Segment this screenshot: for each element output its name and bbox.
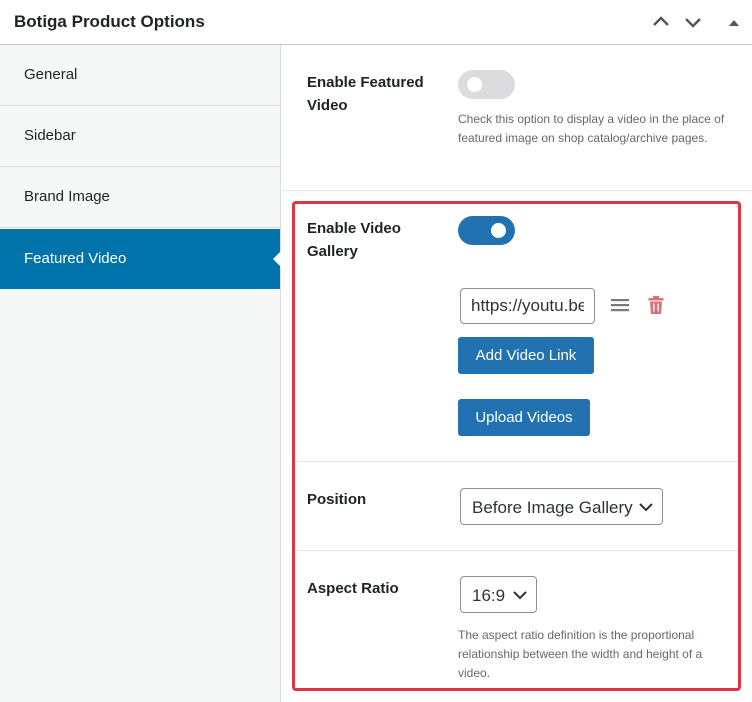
aspect-ratio-label: Aspect Ratio — [307, 580, 399, 597]
chevron-up-icon — [653, 16, 669, 26]
video-link-input[interactable] — [460, 288, 595, 324]
toggle-knob — [467, 77, 482, 92]
tab-sidebar[interactable]: Sidebar — [0, 106, 280, 167]
enable-featured-video-description: Check this option to display a video in … — [458, 112, 725, 145]
add-video-link-button[interactable]: Add Video Link — [458, 337, 594, 374]
collapse-panel-button[interactable] — [722, 10, 746, 34]
tab-label: Sidebar — [24, 127, 76, 144]
trash-icon — [648, 296, 664, 314]
enable-video-gallery-label: Enable Video Gallery — [307, 220, 401, 260]
tab-label: General — [24, 66, 78, 83]
product-options-panel: Botiga Product Options General Sidebar B… — [0, 0, 752, 702]
toggle-knob — [491, 223, 506, 238]
enable-video-gallery-toggle[interactable] — [458, 216, 515, 245]
panel-header: Botiga Product Options — [0, 0, 752, 45]
tab-brand-image[interactable]: Brand Image — [0, 167, 280, 228]
chevron-down-icon — [685, 18, 701, 28]
section-divider — [295, 461, 739, 462]
delete-video-link-button[interactable] — [647, 295, 665, 315]
move-up-button[interactable] — [649, 10, 673, 34]
move-down-button[interactable] — [681, 10, 705, 34]
chevron-down-icon — [639, 503, 653, 512]
chevron-down-icon — [513, 591, 527, 600]
tab-label: Featured Video — [24, 250, 127, 267]
aspect-ratio-selected-value: 16:9 — [472, 586, 506, 605]
tab-general[interactable]: General — [0, 45, 280, 106]
enable-featured-video-label: Enable Featured Video — [307, 74, 424, 114]
position-selected-value: Before Image Gallery — [472, 498, 633, 517]
aspect-ratio-description: The aspect ratio definition is the propo… — [458, 628, 703, 680]
upload-videos-button[interactable]: Upload Videos — [458, 399, 590, 436]
enable-featured-video-toggle[interactable] — [458, 70, 515, 99]
position-select[interactable]: Before Image Gallery — [460, 488, 663, 525]
drag-handle-button[interactable] — [610, 296, 630, 314]
active-tab-indicator — [273, 251, 281, 267]
drag-handle-icon — [611, 299, 629, 312]
triangle-up-icon — [729, 20, 739, 26]
tab-featured-video[interactable]: Featured Video — [0, 229, 281, 289]
panel-title: Botiga Product Options — [14, 12, 205, 31]
aspect-ratio-select[interactable]: 16:9 — [460, 576, 537, 613]
options-sidebar: General Sidebar Brand Image Featured Vid… — [0, 45, 281, 702]
position-label: Position — [307, 491, 367, 508]
section-divider — [295, 550, 739, 551]
tab-label: Brand Image — [24, 188, 110, 205]
section-divider — [282, 190, 752, 191]
